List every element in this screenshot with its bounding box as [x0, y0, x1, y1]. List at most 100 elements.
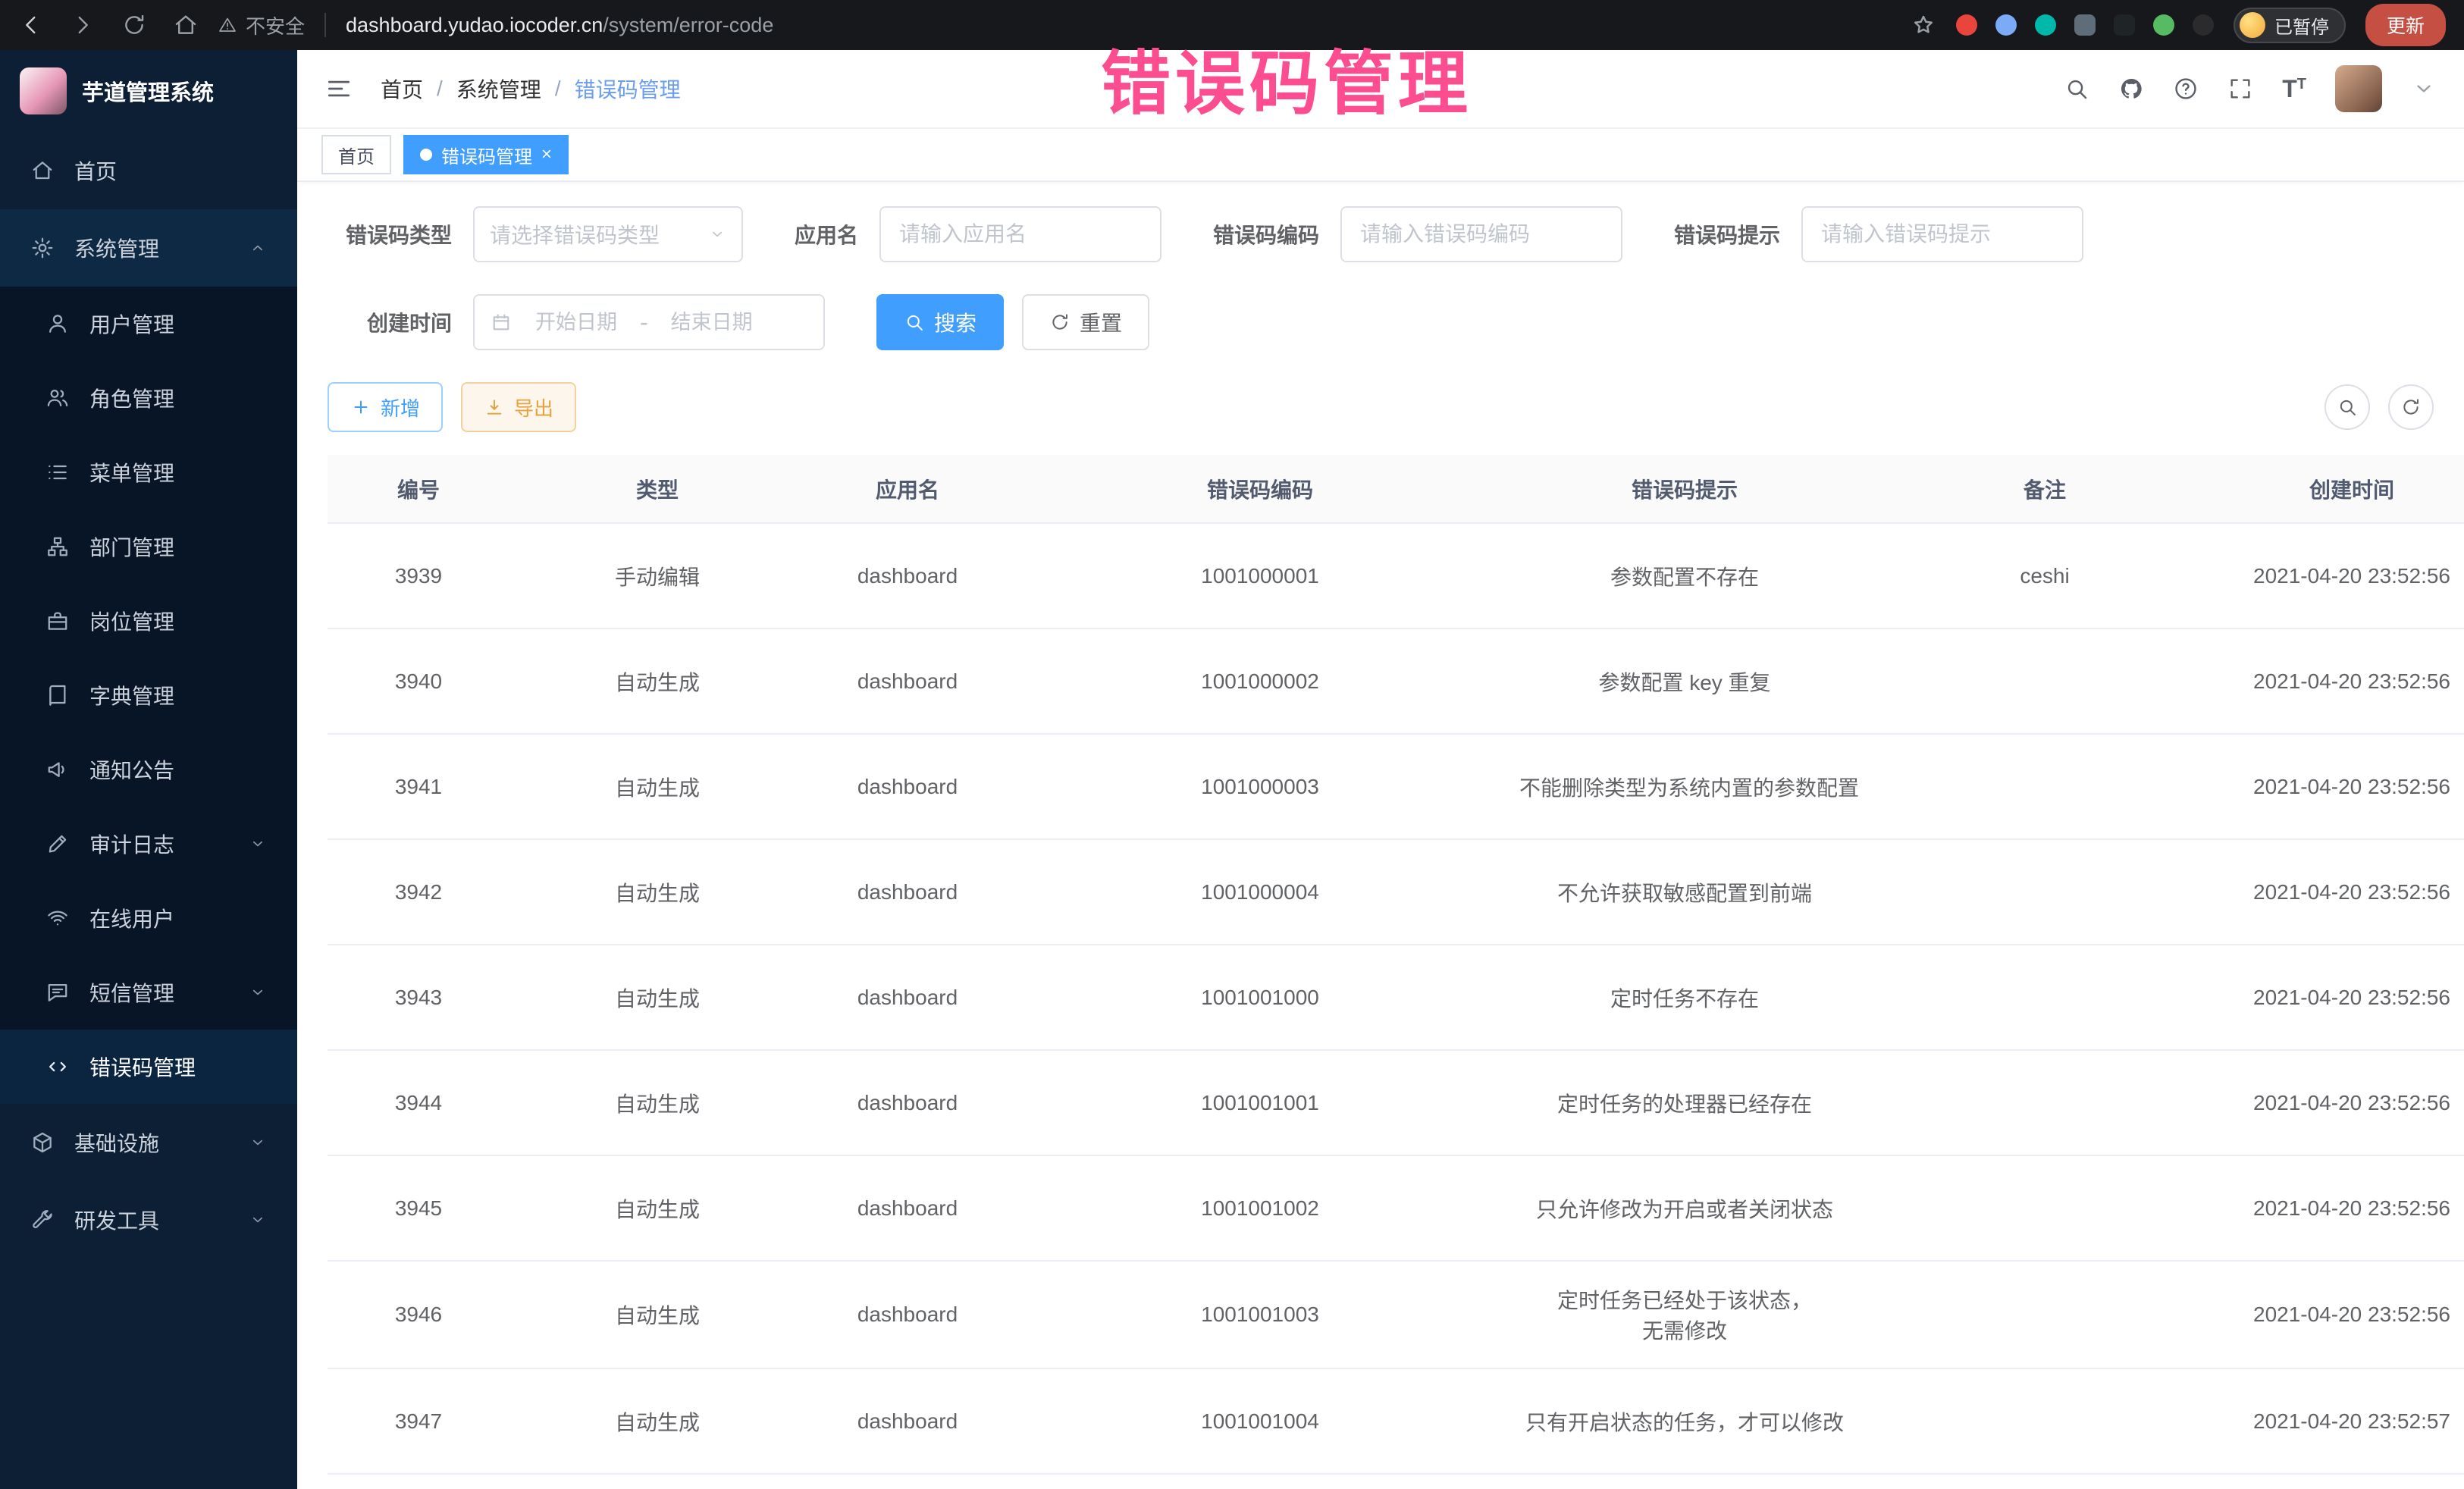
sidebar-subitem[interactable]: 在线用户	[0, 881, 297, 955]
cell-type: 自动生成	[509, 1474, 805, 1489]
extension-icon[interactable]	[1995, 14, 2017, 36]
search-icon[interactable]	[2064, 76, 2089, 102]
app-logo[interactable]: 芋道管理系统	[0, 50, 297, 132]
sidebar-item-devtools[interactable]: 研发工具	[0, 1181, 297, 1259]
cell-code: 1001000003	[1201, 769, 1319, 805]
cell-message: CRON 表达式不正确	[1510, 1474, 1859, 1489]
sidebar-subitem[interactable]: 字典管理	[0, 658, 297, 732]
app-window: 芋道管理系统 首页 系统管理 用户管理	[0, 50, 2464, 1489]
profile-paused-badge[interactable]: 已暂停	[2234, 8, 2346, 43]
hamburger-icon[interactable]	[324, 74, 353, 103]
sidebar-subitem[interactable]: 岗位管理	[0, 584, 297, 658]
cell-code: 1001001003	[1201, 1302, 1319, 1326]
breadcrumb-separator: /	[555, 77, 561, 101]
start-date-input[interactable]	[523, 311, 629, 334]
breadcrumb-item[interactable]: 系统管理	[456, 74, 541, 104]
breadcrumb-item[interactable]: 首页	[381, 74, 423, 104]
page-tag[interactable]: 首页	[321, 135, 391, 174]
sidebar-item-system[interactable]: 系统管理	[0, 209, 297, 287]
tag-label: 首页	[338, 142, 375, 168]
back-button[interactable]	[18, 12, 44, 38]
cell-app: dashboard	[805, 1261, 1010, 1368]
profile-avatar-icon	[2240, 12, 2265, 38]
cell-id: 3947	[328, 1368, 509, 1474]
sidebar-subitem[interactable]: 错误码管理	[0, 1030, 297, 1104]
cell-created-time: 2021-04-20 23:52:57	[2230, 1368, 2464, 1474]
box-icon	[30, 1130, 55, 1155]
filter-error-hint: 错误码提示	[1674, 206, 2083, 262]
cell-memo	[1859, 1261, 2230, 1368]
sidebar-subitem[interactable]: 通知公告	[0, 732, 297, 807]
toggle-search-button[interactable]	[2324, 384, 2370, 430]
home-button[interactable]	[173, 12, 199, 38]
cell-id: 3944	[328, 1050, 509, 1155]
security-text: 不安全	[246, 11, 305, 39]
cell-created-time: 2021-04-20 23:52:56	[2230, 1050, 2464, 1155]
search-icon	[904, 312, 925, 333]
cell-app: dashboard	[805, 945, 1010, 1050]
reload-button[interactable]	[121, 12, 147, 38]
sidebar-subitem[interactable]: 菜单管理	[0, 435, 297, 509]
cell-message: 只有开启状态的任务，才可以修改	[1510, 1368, 1859, 1474]
sidebar-subitem[interactable]: 部门管理	[0, 509, 297, 584]
menu-icon	[45, 386, 70, 410]
error-hint-input[interactable]	[1821, 222, 2064, 246]
error-type-select[interactable]: 请选择错误码类型	[473, 206, 743, 262]
error-code-input[interactable]	[1360, 222, 1603, 246]
browser-update-button[interactable]: 更新	[2365, 4, 2446, 46]
filter-create-time: 创建时间 -	[328, 294, 825, 350]
column-header: 备注	[1859, 455, 2230, 523]
end-date-input[interactable]	[659, 311, 765, 334]
app-name-input[interactable]	[899, 222, 1142, 246]
sidebar-item-infra[interactable]: 基础设施	[0, 1104, 297, 1181]
menu-label: 系统管理	[74, 233, 229, 263]
wrench-icon	[30, 1208, 55, 1232]
help-icon[interactable]	[2173, 76, 2199, 102]
breadcrumb: 首页 / 系统管理 / 错误码管理	[381, 74, 681, 104]
menu-label: 研发工具	[74, 1205, 229, 1235]
chevron-down-icon[interactable]	[2411, 76, 2437, 102]
column-header: 错误码提示	[1510, 455, 1859, 523]
cell-message: 参数配置 key 重复	[1510, 629, 1859, 734]
extension-icon[interactable]	[2074, 14, 2096, 36]
calendar-icon	[490, 311, 513, 334]
menu-label: 部门管理	[89, 531, 267, 562]
extension-icon[interactable]	[2153, 14, 2174, 36]
extension-icon[interactable]	[1956, 14, 1977, 36]
add-button[interactable]: 新增	[328, 382, 443, 432]
refresh-table-button[interactable]	[2388, 384, 2434, 430]
reset-button[interactable]: 重置	[1022, 294, 1149, 350]
cell-code: 1001001000	[1201, 986, 1319, 1009]
sidebar-subitem[interactable]: 短信管理	[0, 955, 297, 1030]
menu-label: 审计日志	[89, 829, 229, 859]
sidebar-subitem[interactable]: 用户管理	[0, 287, 297, 361]
tag-close-icon[interactable]: ×	[541, 146, 552, 164]
site-security-label[interactable]: 不安全	[218, 11, 305, 39]
forward-button[interactable]	[70, 12, 96, 38]
search-button[interactable]: 搜索	[876, 294, 1004, 350]
sidebar-subitem[interactable]: 角色管理	[0, 361, 297, 435]
menu-icon	[45, 609, 70, 633]
page-tag[interactable]: 错误码管理 ×	[403, 135, 569, 174]
address-bar[interactable]: dashboard.yudao.iocoder.cn/system/error-…	[346, 14, 1891, 37]
main-area: 首页 / 系统管理 / 错误码管理	[297, 50, 2464, 1489]
sidebar-subitem[interactable]: 审计日志	[0, 807, 297, 881]
cell-app: dashboard	[805, 523, 1010, 629]
filter-row: 创建时间 - 搜索 重置	[328, 294, 2434, 350]
date-range-picker[interactable]: -	[473, 294, 825, 350]
cell-type: 自动生成	[509, 629, 805, 734]
extension-icon[interactable]	[2114, 14, 2135, 36]
extension-icon[interactable]	[2193, 14, 2214, 36]
table-row: 3944 自动生成 dashboard 1001001001 定时任务的处理器已…	[328, 1050, 2464, 1155]
menu-icon	[45, 460, 70, 484]
avatar[interactable]	[2335, 65, 2382, 112]
sidebar-item-home[interactable]: 首页	[0, 132, 297, 209]
cell-message: 定时任务的处理器已经存在	[1510, 1050, 1859, 1155]
bookmark-star-icon[interactable]	[1911, 12, 1936, 38]
extension-icon[interactable]	[2035, 14, 2056, 36]
github-icon[interactable]	[2118, 76, 2144, 102]
cell-message: 参数配置不存在	[1510, 523, 1859, 629]
export-button[interactable]: 导出	[461, 382, 576, 432]
fullscreen-icon[interactable]	[2227, 76, 2253, 102]
font-size-icon[interactable]	[2282, 77, 2306, 101]
